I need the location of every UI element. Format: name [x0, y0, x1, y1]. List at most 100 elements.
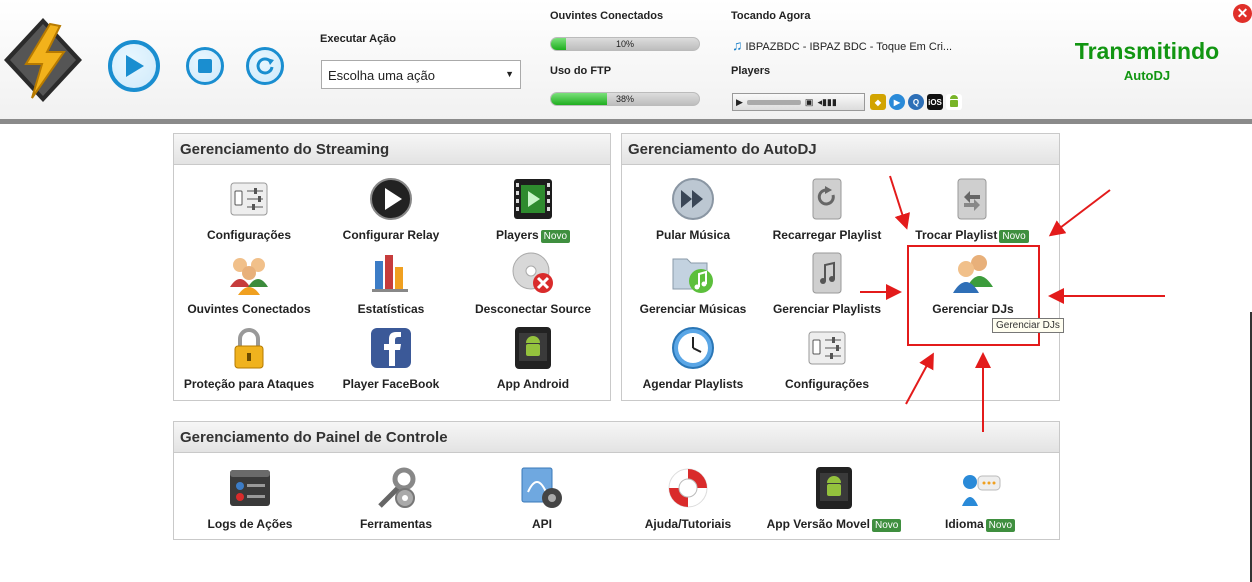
manage-songs-item[interactable]: Gerenciar Músicas — [618, 251, 768, 316]
reload-playlist-label: Recarregar Playlist — [772, 228, 882, 242]
listeners-percent: 10% — [615, 39, 634, 49]
api-gear-icon — [521, 467, 562, 508]
schedule-playlists-item[interactable]: Agendar Playlists — [618, 326, 768, 391]
fullscreen-icon[interactable]: ▣ — [805, 97, 814, 108]
mobile-app-item-label: App Versão Movel Novo — [759, 517, 909, 532]
action-select[interactable]: Escolha uma ação ▼ — [321, 60, 521, 89]
new-badge: Novo — [985, 519, 1016, 532]
winamp-logo-icon — [4, 18, 82, 102]
listeners-progress: 10% — [550, 37, 700, 51]
manage-playlists-label: Gerenciar Playlists — [772, 302, 882, 316]
streaming-settings-label: Configurações — [206, 228, 291, 242]
mini-play-icon[interactable]: ▶ — [736, 97, 743, 108]
schedule-playlists-label: Agendar Playlists — [642, 377, 744, 391]
action-select-value: Escolha uma ação — [328, 68, 435, 83]
mobile-app-item[interactable]: App Versão Movel Novo — [759, 466, 909, 532]
play-icon — [126, 55, 144, 77]
switch-playlist-item[interactable]: Trocar Playlist Novo — [897, 177, 1047, 243]
manage-playlists-item[interactable]: Gerenciar Playlists — [752, 251, 902, 316]
facebook-icon — [371, 328, 411, 368]
android-app-item[interactable]: App Android — [458, 326, 608, 391]
fast-forward-icon — [672, 178, 714, 220]
play-circle-icon — [370, 178, 412, 220]
new-badge: Novo — [999, 230, 1029, 243]
relay-label: Configurar Relay — [342, 228, 440, 242]
help-item[interactable]: Ajuda/Tutoriais — [613, 466, 763, 531]
top-toolbar: Executar Ação Escolha uma ação ▼ Ouvinte… — [0, 0, 1252, 124]
facebook-player-item[interactable]: Player FaceBook — [316, 326, 466, 391]
media-player-icon[interactable]: ▶ — [889, 94, 905, 110]
autodj-settings-item[interactable]: Configurações — [752, 326, 902, 391]
reload-button[interactable] — [246, 47, 284, 85]
close-button[interactable]: ✕ — [1233, 4, 1252, 23]
facebook-player-label: Player FaceBook — [342, 377, 440, 391]
users-group-icon — [230, 258, 268, 295]
help-label: Ajuda/Tutoriais — [644, 517, 732, 531]
music-folder-icon — [672, 258, 713, 293]
bar-chart-icon — [372, 255, 408, 292]
players-label: Players — [731, 65, 771, 77]
disc-remove-icon — [512, 252, 553, 293]
volume-icon[interactable]: ◂▮▮▮ — [817, 97, 836, 108]
language-text: Idioma — [944, 517, 984, 531]
switch-playlist-item-label: Trocar Playlist Novo — [897, 228, 1047, 243]
lifebuoy-icon — [668, 468, 708, 508]
now-playing-label: Tocando Agora — [731, 10, 811, 22]
language-item[interactable]: Idioma Novo — [905, 466, 1055, 532]
api-label: API — [531, 517, 552, 531]
padlock-icon — [234, 328, 264, 369]
action-logs-item[interactable]: Logs de Ações — [175, 466, 325, 531]
tooltip: Gerenciar DJs — [992, 318, 1064, 333]
tools-item[interactable]: Ferramentas — [321, 466, 471, 531]
skip-song-item[interactable]: Pular Música — [618, 177, 768, 242]
ios-icon[interactable]: iOS — [927, 94, 943, 110]
statistics-label: Estatísticas — [357, 302, 425, 316]
player-links: ◆ ▶ Q iOS — [870, 94, 962, 110]
winamp-player-icon[interactable]: ◆ — [870, 94, 886, 110]
mini-player[interactable]: ▶ ▣ ◂▮▮▮ — [732, 93, 865, 111]
streaming-settings-item[interactable]: Configurações — [174, 177, 324, 242]
reload-playlist-item[interactable]: Recarregar Playlist — [752, 177, 902, 242]
now-playing-text: IBPAZBDC - IBPAZ BDC - Toque Em Cri... — [745, 41, 953, 53]
attack-protection-label: Proteção para Ataques — [183, 377, 315, 391]
players-item-label: Players Novo — [458, 228, 608, 243]
autodj-settings-label: Configurações — [784, 377, 869, 391]
tools-label: Ferramentas — [359, 517, 433, 531]
dropdown-arrow-icon: ▼ — [505, 69, 514, 79]
mini-seek-track[interactable] — [746, 99, 801, 105]
android-icon[interactable] — [946, 94, 962, 110]
skip-song-label: Pular Música — [655, 228, 731, 242]
stream-status-sub: AutoDJ — [1123, 68, 1171, 83]
listeners-label: Ouvintes Conectados — [550, 10, 664, 22]
connected-listeners-label: Ouvintes Conectados — [187, 302, 311, 316]
statistics-item[interactable]: Estatísticas — [316, 251, 466, 316]
android-phone-icon — [515, 327, 551, 369]
disconnect-source-label: Desconectar Source — [474, 302, 592, 316]
relay-item[interactable]: Configurar Relay — [316, 177, 466, 242]
speech-icon — [962, 475, 1001, 506]
players-text: Players — [495, 228, 539, 242]
control-panel-title: Gerenciamento do Painel de Controle — [174, 422, 1059, 453]
android-app-label: App Android — [496, 377, 570, 391]
arrow-top-right — [1048, 189, 1111, 237]
quicktime-icon[interactable]: Q — [908, 94, 924, 110]
mobile-app-text: App Versão Movel — [766, 517, 870, 531]
new-badge: Novo — [540, 230, 571, 243]
execute-action-label: Executar Ação — [320, 33, 397, 45]
film-icon — [514, 179, 552, 219]
attack-protection-item[interactable]: Proteção para Ataques — [174, 326, 324, 391]
play-button[interactable] — [108, 40, 160, 92]
control-panel: Gerenciamento do Painel de Controle Logs… — [173, 421, 1060, 540]
connected-listeners-item[interactable]: Ouvintes Conectados — [174, 251, 324, 316]
tools-icon — [378, 467, 416, 508]
disconnect-source-item[interactable]: Desconectar Source — [458, 251, 608, 316]
players-item[interactable]: Players Novo — [458, 177, 608, 243]
streaming-panel-title: Gerenciamento do Streaming — [174, 134, 610, 165]
ftp-progress: 38% — [550, 92, 700, 106]
log-window-icon — [230, 470, 270, 506]
reload-icon — [256, 57, 274, 75]
sliders-icon — [808, 331, 846, 365]
api-item[interactable]: API — [467, 466, 617, 531]
action-logs-label: Logs de Ações — [207, 517, 293, 531]
stop-button[interactable] — [186, 47, 224, 85]
